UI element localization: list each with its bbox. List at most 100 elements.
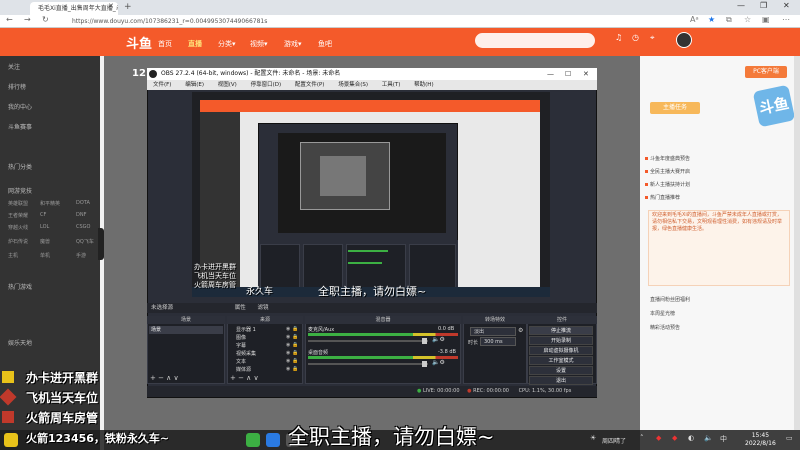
window-maximize-button[interactable]: ❐: [760, 1, 767, 10]
douyu-logo[interactable]: 斗鱼: [126, 33, 152, 52]
source-item[interactable]: 显示器 1: [236, 326, 256, 333]
sidebar-game-link[interactable]: 穿越火线: [8, 224, 28, 231]
eye-icon[interactable]: ◉ 🔒: [286, 358, 298, 364]
duration-input[interactable]: 300 ms: [480, 337, 516, 346]
menu-docks[interactable]: 停靠窗口(D): [251, 82, 282, 88]
transition-gear-icon[interactable]: ⚙: [518, 327, 523, 334]
url-field[interactable]: https://www.douyu.com/107386231_r=0.0049…: [72, 15, 267, 28]
sidebar-game-link[interactable]: 王者荣耀: [8, 212, 28, 219]
menu-help[interactable]: 帮助(H): [414, 82, 433, 88]
sidebar-game-link[interactable]: 手游: [76, 252, 86, 259]
browser-tab[interactable]: 毛毛Xi直播_出售周年大直播_斗...: [30, 2, 118, 15]
obs-minimize-button[interactable]: —: [547, 68, 554, 80]
list-item[interactable]: 热门直播推荐: [650, 194, 680, 201]
favorites-icon[interactable]: ☆: [744, 15, 751, 24]
sidebar-game-link[interactable]: LOL: [40, 224, 49, 230]
bell-icon[interactable]: ♫: [615, 33, 622, 42]
weather-icon[interactable]: ☀: [590, 434, 596, 442]
sidebar-item-center[interactable]: 我的中心: [8, 102, 32, 111]
list-item[interactable]: 全民主播大赛开启: [650, 168, 690, 175]
scenes-dock-controls[interactable]: + − ∧ ∨: [150, 374, 179, 382]
search-input[interactable]: [475, 33, 595, 48]
volume-knob[interactable]: [422, 361, 427, 367]
source-item[interactable]: 图像: [236, 334, 246, 341]
nav-home[interactable]: 首页: [158, 39, 172, 49]
app-icon[interactable]: [4, 433, 18, 447]
eye-icon[interactable]: ◉ 🔒: [286, 326, 298, 332]
sidebar-game-link[interactable]: 和平精英: [40, 200, 60, 207]
nav-games[interactable]: 游戏▾: [284, 39, 302, 49]
transition-select[interactable]: 淡出: [470, 327, 516, 336]
list-item[interactable]: 本周星光榜: [650, 310, 675, 317]
speaker-icon[interactable]: 🔈⚙: [432, 359, 445, 366]
menu-profile[interactable]: 配置文件(P): [295, 82, 325, 88]
nav-fishbar[interactable]: 鱼吧: [318, 39, 332, 49]
notification-icon[interactable]: ▭: [786, 434, 793, 442]
tray-app-icon[interactable]: ◆: [672, 434, 677, 442]
eye-icon[interactable]: ◉ 🔒: [286, 366, 298, 372]
sidebar-item-hot-category[interactable]: 热门分类: [8, 162, 32, 171]
sidebar-item-follow[interactable]: 关注: [8, 62, 20, 71]
sidebar-item-online-games[interactable]: 网游竞技: [8, 186, 32, 195]
source-item[interactable]: 字幕: [236, 342, 246, 349]
collections-icon[interactable]: ▣: [762, 15, 770, 24]
source-item[interactable]: 媒体源: [236, 366, 251, 373]
refresh-icon[interactable]: ↻: [42, 15, 49, 24]
taskbar-clock[interactable]: 15:45 2022/8/16: [745, 432, 776, 448]
nav-category[interactable]: 分类▾: [218, 39, 236, 49]
stop-streaming-button[interactable]: 停止推流: [529, 326, 593, 335]
properties-button[interactable]: 属性: [235, 305, 246, 311]
network-icon[interactable]: ◐: [688, 434, 694, 442]
menu-scene-collection[interactable]: 场景集合(S): [338, 82, 368, 88]
back-icon[interactable]: ←: [6, 15, 13, 24]
sidebar-game-link[interactable]: DOTA: [76, 200, 90, 206]
tab-close-icon[interactable]: ✕: [108, 2, 114, 10]
sidebar-game-link[interactable]: CF: [40, 212, 46, 218]
location-icon[interactable]: ⌖: [650, 33, 655, 43]
sidebar-item-hot-games[interactable]: 热门游戏: [8, 282, 32, 291]
filters-button[interactable]: 滤镜: [258, 305, 269, 311]
wechat-icon[interactable]: [246, 433, 260, 447]
tray-up-icon[interactable]: ˄: [640, 434, 644, 442]
page-scrollbar[interactable]: [794, 56, 800, 430]
list-item[interactable]: 精彩活动预告: [650, 324, 680, 331]
exit-button[interactable]: 退出: [529, 376, 593, 385]
pc-client-button[interactable]: PC客户端: [745, 66, 787, 78]
sidebar-game-link[interactable]: QQ飞车: [76, 238, 94, 245]
virtual-camera-button[interactable]: 启动虚拟摄像机: [529, 346, 593, 355]
sidebar-game-link[interactable]: 炉石传说: [8, 238, 28, 245]
avatar[interactable]: [676, 32, 692, 48]
volume-knob[interactable]: [422, 338, 427, 344]
tray-app-icon[interactable]: ◆: [656, 434, 661, 442]
speaker-icon[interactable]: 🔈⚙: [432, 336, 445, 343]
volume-icon[interactable]: 🔈: [704, 434, 713, 442]
settings-button[interactable]: 设置: [529, 366, 593, 375]
studio-mode-button[interactable]: 工作室模式: [529, 356, 593, 365]
menu-tools[interactable]: 工具(T): [382, 82, 401, 88]
sidebar-game-link[interactable]: 英雄联盟: [8, 200, 28, 207]
app-icon[interactable]: [266, 433, 280, 447]
obs-maximize-button[interactable]: ☐: [565, 68, 571, 80]
scene-item[interactable]: 场景: [149, 326, 223, 334]
sidebar-game-link[interactable]: 主机: [8, 252, 18, 259]
host-task-button[interactable]: 主播任务: [650, 102, 700, 114]
start-recording-button[interactable]: 开始录制: [529, 336, 593, 345]
menu-file[interactable]: 文件(F): [153, 82, 171, 88]
source-item[interactable]: 文本: [236, 358, 246, 365]
list-item[interactable]: 新人主播扶持计划: [650, 181, 690, 188]
sidebar-item-esports[interactable]: 斗鱼赛事: [8, 122, 32, 131]
nav-video[interactable]: 视频▾: [250, 39, 268, 49]
window-minimize-button[interactable]: —: [737, 1, 745, 10]
sidebar-item-entertainment[interactable]: 娱乐天地: [8, 338, 32, 347]
favorite-star-icon[interactable]: ★: [708, 15, 715, 24]
menu-view[interactable]: 视图(V): [218, 82, 237, 88]
read-aloud-icon[interactable]: Aᵃ: [690, 15, 699, 24]
ime-icon[interactable]: 中: [720, 434, 727, 444]
sidebar-game-link[interactable]: DNF: [76, 212, 86, 218]
obs-close-button[interactable]: ✕: [583, 68, 589, 80]
split-screen-icon[interactable]: ⧉: [726, 15, 732, 25]
eye-icon[interactable]: ◉ 🔒: [286, 334, 298, 340]
list-item[interactable]: 直播间粉丝团福利: [650, 296, 690, 303]
more-menu-icon[interactable]: ⋯: [782, 15, 790, 24]
sidebar-item-rank[interactable]: 排行榜: [8, 82, 26, 91]
